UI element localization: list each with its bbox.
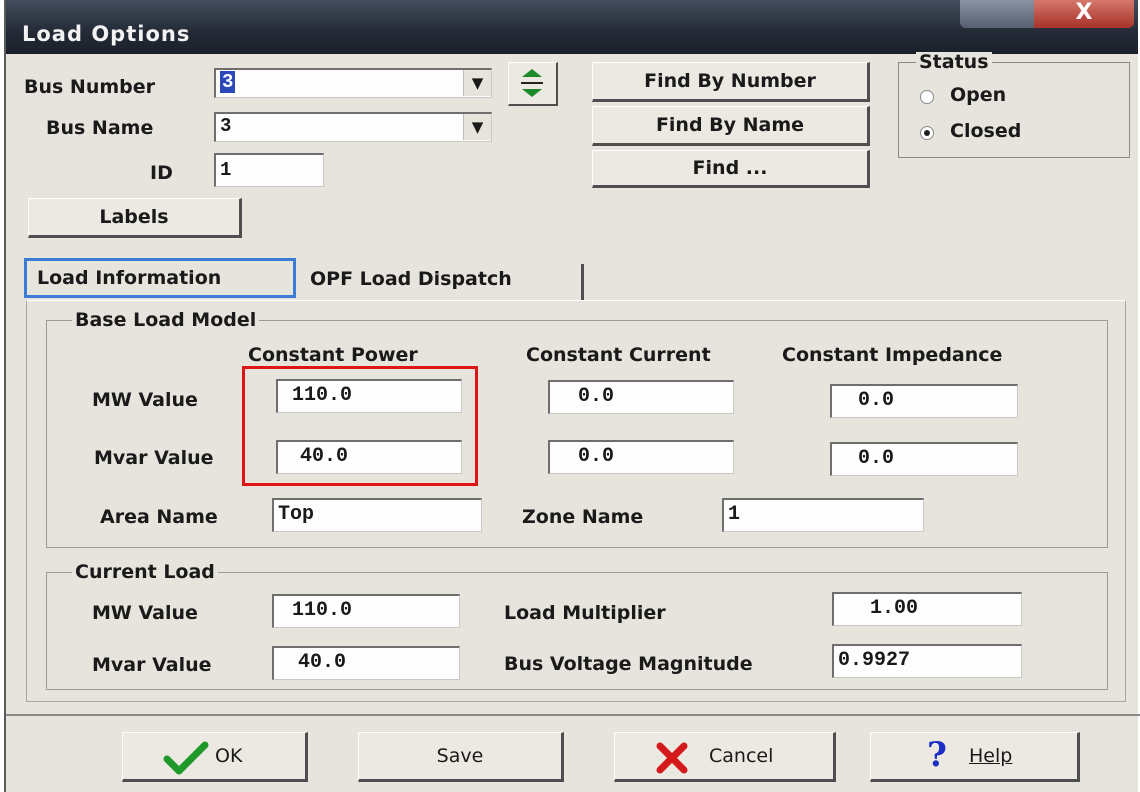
area-name-field[interactable]: Top	[272, 498, 482, 532]
bus-name-value: 3	[220, 115, 232, 137]
load-multiplier-label: Load Multiplier	[504, 602, 666, 624]
question-mark-icon: ?	[927, 735, 947, 775]
help-label: Help	[969, 745, 1013, 767]
constant-current-mvar-field[interactable]: 0.0	[548, 440, 734, 474]
current-mw-field[interactable]: 110.0	[272, 594, 460, 628]
save-button[interactable]: Save	[358, 732, 564, 782]
find-button[interactable]: Find ...	[592, 150, 870, 188]
load-multiplier-field[interactable]: 1.00	[832, 592, 1022, 626]
constant-power-highlight	[242, 366, 478, 486]
col-constant-impedance: Constant Impedance	[782, 344, 1003, 366]
bus-number-label: Bus Number	[24, 76, 156, 98]
help-button[interactable]: ? Help	[870, 732, 1080, 782]
tab-load-information-label: Load Information	[37, 267, 222, 289]
status-group	[898, 62, 1130, 158]
bus-voltage-magnitude-field[interactable]: 0.9927	[832, 644, 1022, 678]
current-mvar-label: Mvar Value	[92, 654, 212, 676]
find-by-name-button[interactable]: Find By Name	[592, 106, 870, 146]
chevron-down-icon[interactable]: ▼	[463, 114, 491, 140]
chevron-down-icon[interactable]: ▼	[463, 70, 491, 96]
mw-value-label: MW Value	[92, 389, 198, 411]
tab-load-information[interactable]: Load Information	[24, 258, 296, 298]
ok-label: OK	[215, 745, 243, 767]
id-field[interactable]: 1	[214, 153, 324, 187]
current-mw-label: MW Value	[92, 602, 198, 624]
labels-button[interactable]: Labels	[28, 198, 242, 238]
title-bar: Load Options X	[6, 0, 1138, 54]
status-open-radio[interactable]	[920, 90, 934, 104]
tab-opf-load-dispatch-label: OPF Load Dispatch	[310, 268, 512, 290]
area-name-label: Area Name	[100, 506, 218, 528]
close-button[interactable]: X	[1034, 0, 1134, 28]
load-options-dialog: Load Options X Bus Number 3 ▼ Bus Name 3…	[4, 0, 1140, 792]
constant-impedance-mw-field[interactable]: 0.0	[830, 384, 1018, 418]
status-closed-radio[interactable]	[920, 126, 934, 140]
bus-number-combo[interactable]: 3 ▼	[214, 68, 492, 98]
bus-spin-button[interactable]	[508, 62, 558, 106]
status-title: Status	[916, 52, 992, 72]
status-open-label: Open	[950, 84, 1007, 106]
bus-voltage-magnitude-label: Bus Voltage Magnitude	[504, 653, 753, 675]
window-title: Load Options	[22, 22, 191, 46]
current-mvar-field[interactable]: 40.0	[272, 646, 460, 680]
footer-divider	[6, 714, 1140, 716]
col-constant-power: Constant Power	[248, 344, 418, 366]
constant-current-mw-field[interactable]: 0.0	[548, 380, 734, 414]
id-label: ID	[150, 162, 173, 184]
current-load-title: Current Load	[72, 561, 218, 583]
bus-name-label: Bus Name	[46, 117, 154, 139]
ok-button[interactable]: OK	[122, 732, 308, 782]
bus-name-combo[interactable]: 3 ▼	[214, 112, 492, 142]
zone-name-field[interactable]: 1	[722, 498, 924, 532]
bus-number-value: 3	[220, 71, 236, 93]
cancel-button[interactable]: Cancel	[614, 732, 836, 782]
spin-arrows-icon	[521, 69, 543, 97]
find-by-number-button[interactable]: Find By Number	[592, 62, 870, 102]
checkmark-icon	[163, 741, 209, 775]
mvar-value-label: Mvar Value	[94, 447, 214, 469]
constant-impedance-mvar-field[interactable]: 0.0	[830, 442, 1018, 476]
zone-name-label: Zone Name	[522, 506, 644, 528]
tab-opf-load-dispatch[interactable]: OPF Load Dispatch	[304, 264, 584, 300]
status-closed-label: Closed	[950, 120, 1022, 142]
cancel-label: Cancel	[709, 745, 774, 767]
col-constant-current: Constant Current	[526, 344, 711, 366]
close-icon: X	[1075, 0, 1093, 25]
minimize-button[interactable]	[960, 0, 1034, 28]
x-icon	[656, 742, 688, 774]
base-load-model-title: Base Load Model	[72, 309, 260, 331]
